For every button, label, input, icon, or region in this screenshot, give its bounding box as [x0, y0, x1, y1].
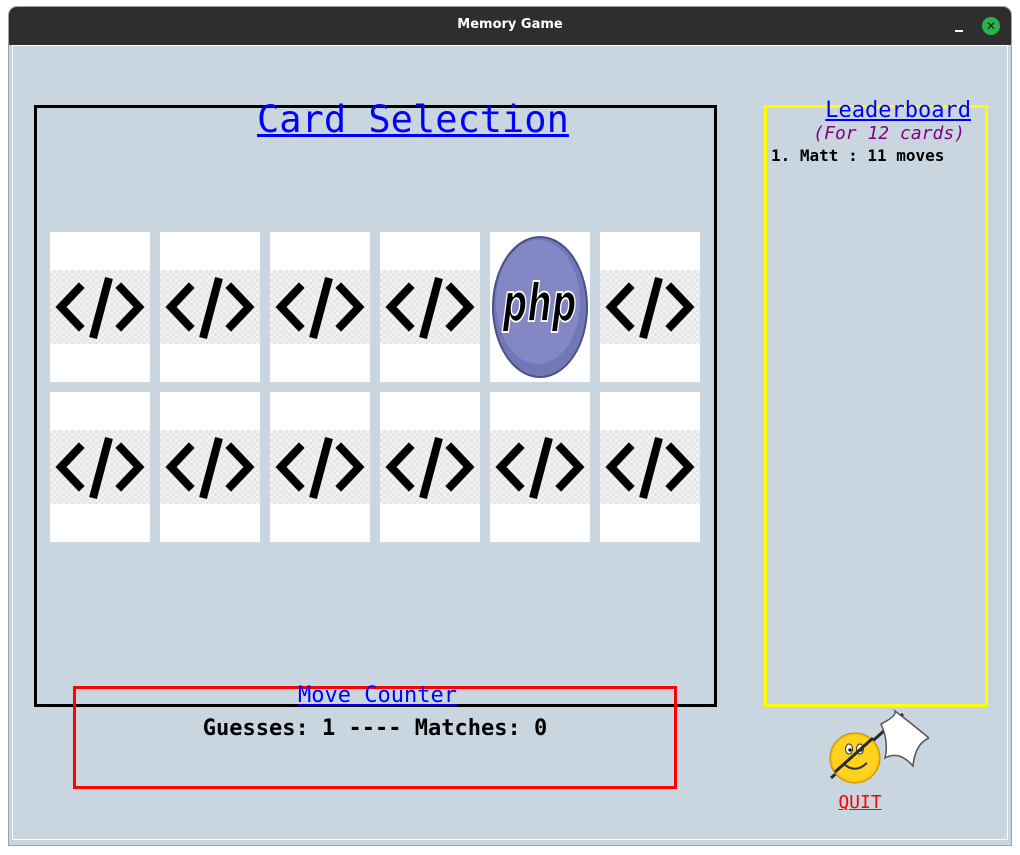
card-revealed[interactable]: php [490, 232, 590, 382]
leaderboard-subtitle: (For 12 cards) [813, 123, 965, 144]
card-face-down[interactable] [160, 232, 260, 382]
leaderboard-panel: Leaderboard (For 12 cards) 1. Matt : 11 … [764, 98, 988, 707]
code-icon [165, 436, 255, 500]
card-face-down[interactable] [600, 232, 700, 382]
code-icon [275, 436, 365, 500]
memory-game-window: Memory Game ✕ Card Selection php Leaderb… [9, 7, 1011, 845]
code-icon [605, 436, 695, 500]
minimize-button[interactable] [949, 16, 969, 36]
code-icon [275, 276, 365, 340]
card-face-down[interactable] [50, 392, 150, 542]
php-logo-icon: php [492, 236, 588, 378]
card-face-down[interactable] [50, 232, 150, 382]
quit-button[interactable]: QUIT [830, 792, 890, 813]
title-bar[interactable]: Memory Game ✕ [9, 7, 1011, 45]
card-selection-panel: Card Selection php [34, 98, 717, 707]
code-icon [605, 276, 695, 340]
guesses-label: Guesses: [202, 716, 309, 741]
card-face-down[interactable] [380, 392, 480, 542]
move-stats: Guesses: 1 ---- Matches: 0 [76, 716, 674, 741]
code-icon [165, 276, 255, 340]
code-icon [385, 436, 475, 500]
code-icon [55, 276, 145, 340]
matches-value: 0 [533, 716, 548, 741]
leaderboard-title: Leaderboard [825, 98, 971, 123]
card-face-down[interactable] [160, 392, 260, 542]
guesses-value: 1 [322, 716, 336, 741]
close-button[interactable]: ✕ [982, 17, 1000, 35]
card-face-down[interactable] [490, 392, 590, 542]
move-counter-title: Move Counter [298, 683, 457, 708]
card-face-down[interactable] [380, 232, 480, 382]
matches-label: Matches: [414, 716, 521, 741]
card-face-down[interactable] [270, 232, 370, 382]
leaderboard-entry: 1. Matt : 11 moves [771, 146, 945, 165]
white-flag-smiley-icon[interactable] [827, 706, 929, 788]
svg-text:php: php [502, 274, 577, 334]
code-icon [55, 436, 145, 500]
code-icon [495, 436, 585, 500]
card-face-down[interactable] [270, 392, 370, 542]
window-title: Memory Game [457, 17, 563, 32]
game-area: Card Selection php Leaderboard (For 12 c… [12, 45, 1008, 840]
move-counter-panel: Move Counter Guesses: 1 ---- Matches: 0 [73, 683, 677, 789]
code-icon [385, 276, 475, 340]
card-face-down[interactable] [600, 392, 700, 542]
stats-separator: ---- [348, 716, 402, 741]
card-selection-title: Card Selection [257, 98, 569, 141]
